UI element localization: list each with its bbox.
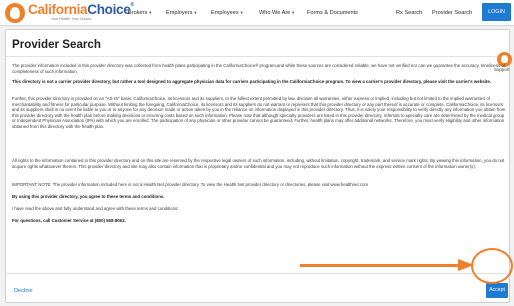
important-note: IMPORTANT NOTE: The provider information… [12, 182, 369, 187]
chevron-down-icon: ▼ [239, 10, 244, 15]
provider-search-modal: Provider Search Support The provider inf… [5, 29, 512, 303]
logo-mark-icon [5, 3, 25, 23]
nav-employees[interactable]: Employees▼ [211, 0, 244, 26]
nav-rx-search[interactable]: Rx Search [396, 0, 422, 26]
chevron-down-icon: ▼ [193, 10, 198, 15]
disclaimer-paragraph-2: This directory is not a carrier provider… [12, 79, 492, 84]
logo-tagline: Your Health. Your Choice. [51, 17, 93, 21]
logo-wordmark: CaliforniaChoice® [28, 2, 134, 17]
accept-button[interactable]: Accept [486, 283, 508, 298]
annotation-highlight-circle [471, 248, 513, 284]
californiachoice-logo[interactable]: CaliforniaChoice® Your Health. Your Choi… [5, 2, 134, 23]
nav-provider-search[interactable]: Provider Search [432, 0, 472, 26]
chevron-down-icon: ▼ [291, 10, 296, 15]
login-button[interactable]: LOGIN [482, 3, 511, 21]
nav-brokers[interactable]: Brokers▼ [128, 0, 152, 26]
annotation-arrow-shaft [300, 264, 460, 267]
decline-button[interactable]: Decline [14, 288, 33, 294]
footer-divider [6, 273, 509, 274]
title-divider [6, 56, 509, 57]
site-header: CaliforniaChoice® Your Health. Your Choi… [0, 0, 514, 26]
agreement-statement: By using this provider directory, you ag… [12, 194, 165, 199]
disclaimer-paragraph-4: All rights to the information contained … [12, 158, 505, 169]
customer-service-text: For questions, call Customer Service at … [12, 218, 126, 223]
nav-forms-documents[interactable]: Forms & Documents [307, 0, 358, 26]
nav-employers[interactable]: Employers▼ [166, 0, 197, 26]
disclaimer-paragraph-3: Further, this provider directory is prov… [12, 96, 506, 129]
acknowledgement-text: I have read the above and fully understa… [12, 206, 179, 211]
chevron-down-icon: ▼ [148, 10, 153, 15]
page-title: Provider Search [12, 38, 101, 51]
nav-who-we-are[interactable]: Who We Are▼ [259, 0, 295, 26]
disclaimer-paragraph-1: The provider information included in thi… [12, 63, 506, 74]
